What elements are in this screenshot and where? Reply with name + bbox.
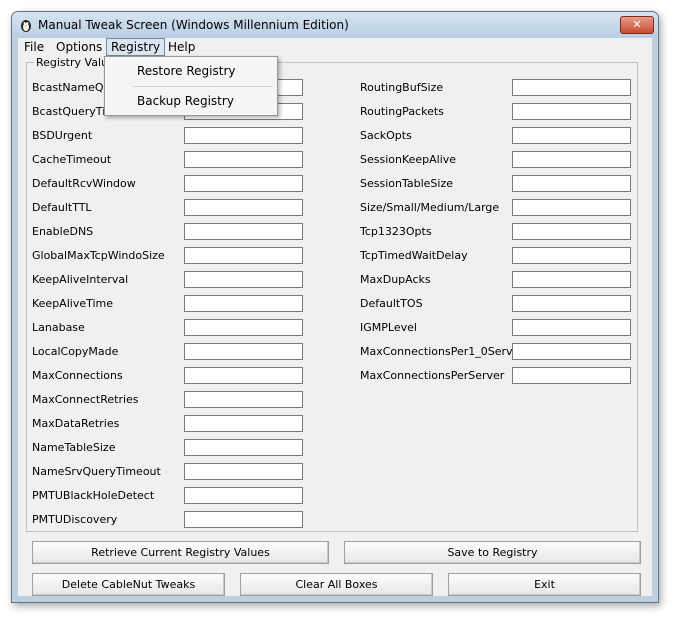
right-value-field[interactable] [512,199,631,216]
left-label: GlobalMaxTcpWindoSize [32,249,165,262]
left-value-field[interactable] [184,175,303,192]
right-value-field[interactable] [512,175,631,192]
left-label: KeepAliveInterval [32,273,129,286]
retrieve-values-button[interactable]: Retrieve Current Registry Values [32,541,329,564]
left-label: Lanabase [32,321,85,334]
left-value-field[interactable] [184,511,303,528]
delete-tweaks-button[interactable]: Delete CableNut Tweaks [32,573,225,596]
right-value-field[interactable] [512,223,631,240]
right-label: SessionTableSize [360,177,453,190]
right-label: DefaultTOS [360,297,423,310]
registry-dropdown-menu: Restore Registry Backup Registry [104,56,278,116]
left-label: PMTUDiscovery [32,513,118,526]
left-label: DefaultRcvWindow [32,177,136,190]
menu-file[interactable]: File [20,39,48,55]
left-value-field[interactable] [184,439,303,456]
close-icon: ✕ [632,18,642,31]
left-value-field[interactable] [184,271,303,288]
left-value-field[interactable] [184,295,303,312]
left-label: MaxConnectRetries [32,393,139,406]
left-label: CacheTimeout [32,153,112,166]
left-label: KeepAliveTime [32,297,114,310]
left-label: PMTUBlackHoleDetect [32,489,155,502]
right-label: TcpTimedWaitDelay [360,249,468,262]
left-value-field[interactable] [184,319,303,336]
left-value-field[interactable] [184,343,303,360]
right-value-field[interactable] [512,103,631,120]
client-area: File Options Registry Help Registry Valu… [18,38,652,596]
left-label: BcastNameQu [32,81,111,94]
title-bar[interactable]: Manual Tweak Screen (Windows Millennium … [12,12,658,38]
right-value-field[interactable] [512,247,631,264]
right-value-field[interactable] [512,367,631,384]
left-label: NameTableSize [32,441,116,454]
right-label: RoutingBufSize [360,81,444,94]
menu-item-backup-registry[interactable]: Backup Registry [107,89,273,113]
left-value-field[interactable] [184,247,303,264]
right-value-field[interactable] [512,127,631,144]
left-value-field[interactable] [184,223,303,240]
menu-bar: File Options Registry Help [18,38,652,56]
left-label: EnableDNS [32,225,94,238]
exit-button[interactable]: Exit [448,573,641,596]
left-label: LocalCopyMade [32,345,119,358]
right-value-field[interactable] [512,319,631,336]
left-label: NameSrvQueryTimeout [32,465,161,478]
left-label: DefaultTTL [32,201,92,214]
menu-options[interactable]: Options [52,39,106,55]
right-value-field[interactable] [512,79,631,96]
right-label: Size/Small/Medium/Large [360,201,500,214]
left-value-field[interactable] [184,487,303,504]
right-label: MaxDupAcks [360,273,431,286]
left-value-field[interactable] [184,463,303,480]
left-value-field[interactable] [184,199,303,216]
left-value-field[interactable] [184,391,303,408]
right-label: IGMPLevel [360,321,417,334]
left-value-field[interactable] [184,367,303,384]
menu-item-restore-registry[interactable]: Restore Registry [107,59,273,83]
menu-separator [133,86,273,87]
right-value-field[interactable] [512,271,631,288]
close-button[interactable]: ✕ [620,16,654,34]
left-value-field[interactable] [184,127,303,144]
right-value-field[interactable] [512,151,631,168]
clear-all-boxes-button[interactable]: Clear All Boxes [240,573,433,596]
right-label: MaxConnectionsPerServer [360,369,505,382]
right-value-field[interactable] [512,295,631,312]
left-value-field[interactable] [184,415,303,432]
left-label: BSDUrgent [32,129,93,142]
left-label: MaxConnections [32,369,123,382]
right-value-field[interactable] [512,343,631,360]
left-label: MaxDataRetries [32,417,120,430]
save-to-registry-button[interactable]: Save to Registry [344,541,641,564]
app-icon [21,20,31,32]
right-label: RoutingPackets [360,105,444,118]
menu-registry[interactable]: Registry [106,38,166,56]
right-label: MaxConnectionsPer1_0Server [360,345,524,358]
menu-help[interactable]: Help [164,39,199,55]
right-label: SackOpts [360,129,412,142]
left-value-field[interactable] [184,151,303,168]
right-label: SessionKeepAlive [360,153,457,166]
window-title: Manual Tweak Screen (Windows Millennium … [38,18,349,32]
right-label: Tcp1323Opts [360,225,432,238]
